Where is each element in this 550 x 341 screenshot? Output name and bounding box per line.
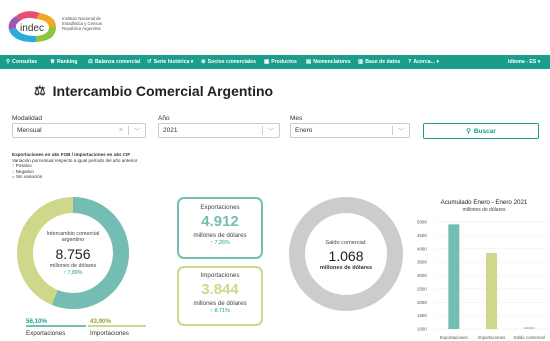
database-icon: ▥ (358, 59, 364, 65)
nav-productos[interactable]: ▦ Productos (264, 59, 297, 65)
intercambio-delta: ↑ 7,89% (63, 270, 83, 276)
import-share-pct: 43,90% (90, 318, 111, 325)
y-tick-label: 5000 (417, 220, 427, 225)
trophy-icon: ♕ (50, 59, 55, 65)
nav-acerca[interactable]: ? Acerca... ▾ (408, 59, 439, 65)
intercambio-summary: Intercambio comercial argentino 8.756 mi… (31, 231, 115, 276)
question-icon: ? (408, 59, 412, 65)
import-share-bar (88, 325, 146, 327)
bar-importaciones (486, 252, 497, 329)
file-icon: ▤ (306, 59, 312, 65)
anio-label: Año (158, 115, 170, 122)
arrow-up-icon: ↑ (12, 163, 15, 169)
scale-icon: ⚖ (88, 59, 93, 65)
x-tick-label: Saldo comercial (514, 335, 545, 340)
modalidad-label: Modalidad (12, 115, 42, 122)
nav-nomenclatores[interactable]: ▤ Nomenclatores (306, 59, 351, 65)
exportaciones-value: 4.912 (201, 213, 239, 230)
y-tick-label: 4500 (417, 233, 427, 238)
y-tick-label: 2500 (417, 286, 427, 291)
mes-select[interactable]: Enero ﹀ (290, 123, 410, 138)
search-icon: ⚲ (466, 128, 471, 135)
indec-logo[interactable]: indec (6, 10, 60, 44)
legend-sin-variacion: = Sin variación (12, 174, 43, 180)
search-icon: ⚲ (6, 59, 11, 65)
x-tick-label: Importaciones (478, 335, 506, 340)
nav-ranking[interactable]: ♕ Ranking (50, 59, 77, 65)
search-button[interactable]: ⚲ Buscar (423, 123, 539, 139)
y-tick-label: 1000 (417, 327, 427, 332)
main-navbar: ⚲ Consultas ♕ Ranking ⚖ Balanza comercial ↺… (0, 55, 550, 69)
chart-subtitle: millones de dólares (462, 207, 506, 213)
x-tick-label: Exportaciones (440, 335, 469, 340)
chevron-down-icon[interactable]: ﹀ (129, 126, 145, 135)
bar-exportaciones (448, 224, 460, 329)
chart-legend: Exportaciones en u$s FOB / Importaciones… (12, 152, 138, 180)
y-tick-label: 3500 (417, 260, 427, 265)
modalidad-select[interactable]: Mensual × ﹀ (12, 123, 146, 138)
chevron-down-icon[interactable]: ﹀ (393, 126, 409, 135)
scale-icon: ⚖ (34, 83, 46, 98)
mes-label: Mes (290, 115, 303, 122)
importaciones-card: Importaciones 3.844 millones de dólares … (177, 266, 263, 326)
history-icon: ↺ (147, 59, 152, 65)
header: indec Instituto Nacional de Estadística … (0, 0, 550, 55)
nav-base-de-datos[interactable]: ▥ Base de datos (358, 59, 400, 65)
nav-consultas[interactable]: ⚲ Consultas (6, 59, 37, 65)
exportaciones-delta: ↑ 7,26% (210, 240, 230, 246)
page-title: ⚖ Intercambio Comercial Argentino (34, 83, 274, 99)
intercambio-value: 8.756 (55, 246, 91, 262)
import-share-label: Importaciones (90, 330, 129, 337)
y-tick-label: 1500 (417, 313, 427, 318)
nav-socios-comerciales[interactable]: ⊕ Socios comerciales (201, 59, 256, 65)
bar-saldo-comercial (523, 327, 535, 329)
saldo-summary: Saldo comercial: 1.068 millones de dólar… (300, 240, 392, 271)
arrow-down-icon: ↓ (12, 168, 15, 174)
y-tick-label: 3000 (417, 273, 427, 278)
chevron-down-icon[interactable]: ﹀ (263, 126, 279, 135)
importaciones-value: 3.844 (201, 281, 239, 298)
y-tick-label: 4000 (417, 246, 427, 251)
boxes-icon: ▦ (264, 59, 270, 65)
nav-balanza-comercial[interactable]: ⚖ Balanza comercial (88, 59, 140, 65)
nav-serie-historica[interactable]: ↺ Serie histórica ▾ (147, 59, 193, 65)
y-tick-label: 2000 (417, 300, 427, 305)
exportaciones-card: Exportaciones 4.912 millones de dólares … (177, 197, 263, 259)
anio-select[interactable]: 2021 ﹀ (158, 123, 280, 138)
importaciones-delta: ↑ 8,71% (210, 308, 230, 314)
acumulado-bar-chart: 5000 4500 4000 3500 3000 2500 2000 1500 1000 Expo… (417, 220, 548, 340)
org-name: Instituto Nacional de Estadística y Cens… (62, 16, 103, 31)
globe-icon: ⊕ (201, 59, 206, 65)
saldo-value: 1.068 (328, 248, 364, 264)
export-share-label: Exportaciones (26, 330, 66, 337)
export-share-bar (26, 325, 86, 327)
chart-title: Acumulado Enero - Enero 2021 (440, 199, 528, 206)
clear-icon[interactable]: × (114, 127, 128, 134)
language-selector[interactable]: Idioma - ES ▾ (508, 59, 540, 65)
logo-wordmark: indec (20, 23, 44, 34)
export-share-pct: 56,10% (26, 318, 47, 325)
equals-icon: = (12, 174, 15, 180)
